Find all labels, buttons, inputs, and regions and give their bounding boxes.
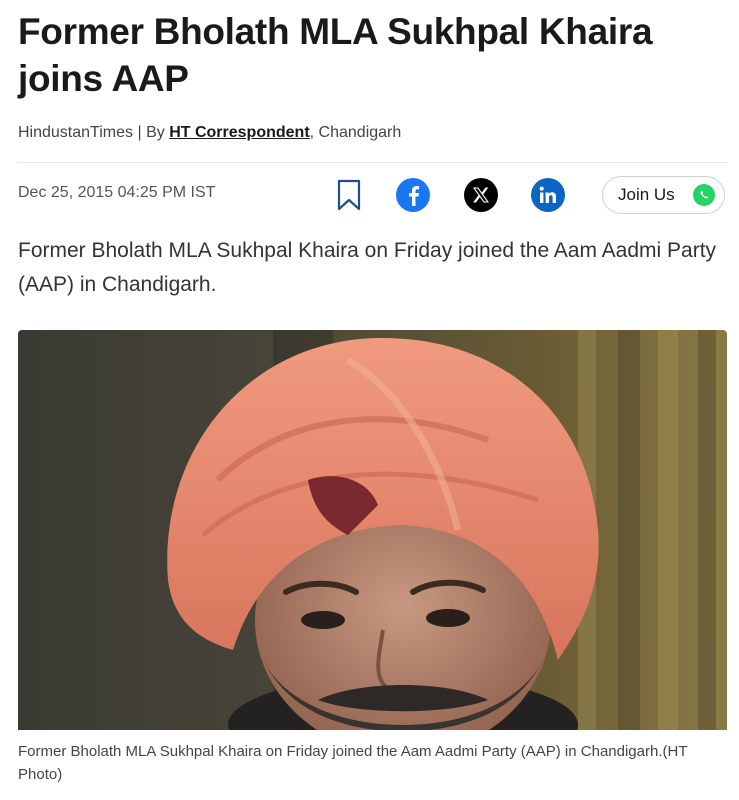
bookmark-icon bbox=[337, 179, 361, 211]
linkedin-icon bbox=[539, 186, 556, 203]
share-toolbar: Join Us bbox=[0, 176, 739, 216]
linkedin-share-button[interactable] bbox=[531, 178, 565, 212]
join-us-button[interactable]: Join Us bbox=[602, 176, 725, 214]
by-prefix: | By bbox=[137, 124, 165, 141]
photo-caption: Former Bholath MLA Sukhpal Khaira on Fri… bbox=[18, 743, 688, 783]
x-icon bbox=[473, 187, 489, 203]
photo-illustration bbox=[18, 330, 727, 730]
bookmark-button[interactable] bbox=[336, 178, 362, 212]
article-photo bbox=[18, 330, 727, 730]
facebook-icon bbox=[409, 186, 420, 206]
facebook-share-button[interactable] bbox=[396, 178, 430, 212]
x-share-button[interactable] bbox=[464, 178, 498, 212]
article-summary: Former Bholath MLA Sukhpal Khaira on Fri… bbox=[18, 239, 717, 296]
join-us-label: Join Us bbox=[618, 185, 675, 204]
article-headline: Former Bholath MLA Sukhpal Khaira joins … bbox=[18, 11, 653, 99]
author-link[interactable]: HT Correspondent bbox=[169, 124, 309, 141]
source-name: HindustanTimes bbox=[18, 124, 134, 141]
divider bbox=[18, 162, 727, 163]
byline: HindustanTimes | By HT Correspondent, Ch… bbox=[18, 124, 401, 142]
location-text: , Chandigarh bbox=[309, 124, 402, 141]
whatsapp-icon bbox=[693, 184, 715, 206]
